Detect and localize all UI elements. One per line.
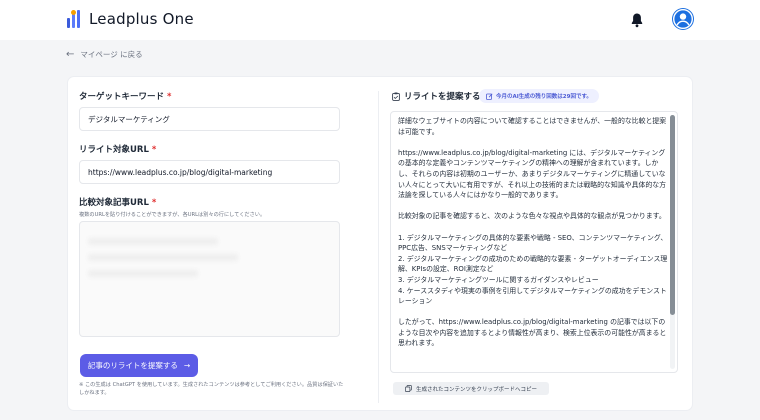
keyword-value: デジタルマーケティング	[88, 114, 170, 124]
rewrite-output-text: 詳細なウェブサイトの内容について確認することはできませんが、一般的な比較と提案は…	[398, 117, 668, 348]
output-scrollbar[interactable]	[670, 115, 675, 369]
copy-to-clipboard-button[interactable]: 生成されたコンテンツをクリップボードへコピー	[393, 382, 549, 395]
app-logo[interactable]: Leadplus One	[67, 10, 194, 28]
result-header: リライトを提案する	[392, 90, 481, 102]
column-divider	[378, 91, 379, 403]
rewrite-output-box[interactable]: 詳細なウェブサイトの内容について確認することはできませんが、一般的な比較と提案は…	[390, 111, 678, 373]
copy-label: 生成されたコンテンツをクリップボードへコピー	[415, 386, 537, 393]
user-avatar-icon[interactable]	[672, 8, 694, 30]
keyword-label: ターゲットキーワード *	[79, 92, 172, 102]
blurred-content	[88, 238, 218, 245]
arrow-right-icon: →	[183, 361, 191, 370]
rewrite-url-label: リライト対象URL *	[79, 145, 157, 155]
blurred-content	[88, 254, 238, 261]
compare-url-hint: 複数のURLを貼り付けることができますが、各URLは別々の行にしてください。	[79, 212, 266, 218]
ai-remaining-badge: 今月のAI生成の残り回数は29回です。	[479, 89, 599, 103]
compare-url-label: 比較対象記事URL *	[79, 198, 157, 208]
required-mark: *	[151, 145, 157, 155]
clipboard-icon	[392, 92, 400, 101]
ai-remaining-text: 今月のAI生成の残り回数は29回です。	[496, 94, 592, 100]
rewrite-url-value: https://www.leadplus.co.jp/blog/digital-…	[88, 167, 273, 177]
suggest-rewrite-button[interactable]: 記事のリライトを提案する →	[80, 354, 198, 377]
compare-url-textarea[interactable]	[79, 221, 340, 337]
app-name: Leadplus One	[89, 10, 194, 28]
required-mark: *	[166, 92, 172, 102]
chatgpt-disclaimer: ※ この生成は ChatGPT を使用しています。生成されたコンテンツは参考とし…	[79, 382, 344, 396]
logo-mark-icon	[67, 10, 83, 28]
copy-icon	[405, 385, 412, 392]
blurred-content	[88, 270, 198, 277]
back-to-mypage-link[interactable]: ← マイページ に戻る	[66, 49, 143, 60]
suggest-rewrite-label: 記事のリライトを提案する	[87, 361, 178, 370]
top-bar: Leadplus One	[0, 0, 760, 40]
back-label: マイページ に戻る	[80, 50, 143, 59]
main-card: ターゲットキーワード * デジタルマーケティング リライト対象URL * htt…	[68, 77, 692, 410]
bell-icon[interactable]	[630, 12, 644, 28]
result-title: リライトを提案する	[404, 92, 481, 102]
keyword-input[interactable]: デジタルマーケティング	[79, 107, 340, 131]
edit-icon	[486, 93, 493, 100]
rewrite-url-input[interactable]: https://www.leadplus.co.jp/blog/digital-…	[79, 160, 340, 184]
output-scroll-thumb[interactable]	[670, 115, 675, 315]
arrow-left-icon: ←	[66, 49, 75, 60]
required-mark: *	[151, 198, 157, 208]
